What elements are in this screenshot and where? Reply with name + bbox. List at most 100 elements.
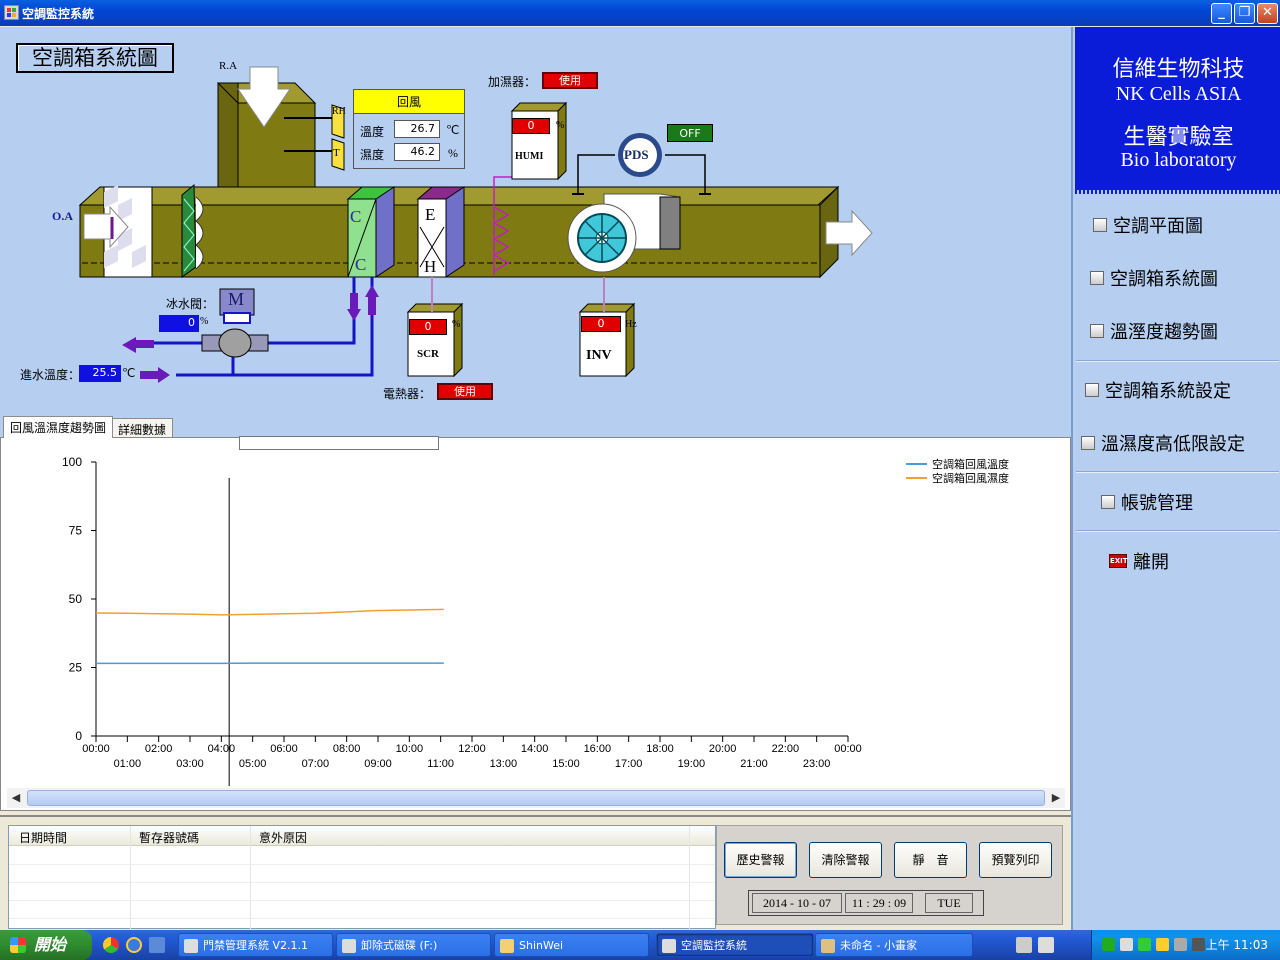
- menu-exit[interactable]: EXIT 離開: [1109, 547, 1169, 575]
- settings-icon: [1085, 383, 1099, 397]
- task-shinwei[interactable]: ShinWei: [494, 933, 649, 957]
- menu-account-management[interactable]: 帳號管理: [1101, 488, 1193, 516]
- diagram-title: 空調箱系統圖: [16, 43, 174, 73]
- lab-name-en: Bio laboratory: [1120, 149, 1237, 171]
- close-button[interactable]: ✕: [1257, 3, 1278, 24]
- title-bar: 空調監控系統 _ ❐ ✕: [0, 0, 1280, 26]
- x-tick-label: 17:00: [615, 758, 643, 770]
- chilled-valve-unit: %: [200, 316, 209, 327]
- task-hvac-monitor[interactable]: 空調監控系統: [656, 933, 814, 957]
- mute-button[interactable]: 靜 音: [894, 842, 967, 878]
- menu-separator: [1076, 471, 1279, 473]
- coil-label-top: C: [350, 207, 362, 226]
- menu-trend-chart[interactable]: 溫溼度趨勢圖: [1090, 317, 1218, 345]
- display-icon[interactable]: [1192, 938, 1205, 951]
- start-button[interactable]: 開始: [0, 930, 92, 960]
- heater-status-badge[interactable]: 使用: [437, 383, 493, 400]
- company-banner: 信維生物科技 NK Cells ASIA 生醫實驗室 Bio laborator…: [1075, 27, 1280, 190]
- humi-value: 0: [512, 118, 550, 134]
- x-tick-label: 07:00: [302, 758, 330, 770]
- clear-alarm-button[interactable]: 清除警報: [809, 842, 882, 878]
- company-name-en: NK Cells ASIA: [1115, 83, 1242, 105]
- history-alarm-button[interactable]: 歷史警報: [724, 842, 797, 878]
- task-access-control[interactable]: 門禁管理系統 V2.1.1: [178, 933, 333, 957]
- return-temp-label: 溫度: [360, 125, 385, 139]
- scr-label: SCR: [417, 348, 440, 360]
- help-icon[interactable]: [1038, 937, 1054, 953]
- scr-unit: %: [452, 319, 461, 330]
- return-air-label: R.A: [219, 60, 238, 72]
- ie-icon[interactable]: [126, 937, 142, 953]
- return-temp-unit: ℃: [446, 123, 460, 137]
- weekday-display: TUE: [925, 893, 973, 913]
- security-icon[interactable]: [1174, 938, 1187, 951]
- alarm-area: 日期時間 暫存器號碼 意外原因 歷史警報 清除警報 靜 音 預覽列印 2014 …: [0, 815, 1071, 930]
- chilled-valve-value: 0: [159, 315, 199, 332]
- clock: 上午 11:03: [1205, 938, 1268, 952]
- x-tick-label: 06:00: [270, 743, 298, 755]
- keyboard-icon[interactable]: [1016, 937, 1032, 953]
- column-datetime[interactable]: 日期時間: [19, 829, 67, 846]
- windows-flag-icon: [10, 937, 26, 953]
- app-icon: [184, 939, 198, 953]
- pds-status-badge: OFF: [667, 124, 713, 142]
- pds-label: PDS: [624, 147, 649, 162]
- tab-details[interactable]: 詳細數據: [111, 418, 174, 438]
- account-icon: [1101, 495, 1115, 509]
- chart-horizontal-scrollbar[interactable]: ◀ ▶: [7, 788, 1065, 808]
- x-tick-label: 08:00: [333, 743, 361, 755]
- inlet-temp-label: 進水溫度：: [20, 368, 81, 382]
- application-window: 空調監控系統 _ ❐ ✕ 空調箱系統圖 R.A O.A RH T 回風 溫度 2…: [0, 0, 1280, 960]
- menu-separator: [1076, 530, 1279, 532]
- return-temp-value: 26.7: [394, 120, 440, 138]
- date-display: 2014 - 10 - 07: [752, 893, 842, 913]
- legend-label: 空調箱回風溫度: [932, 457, 1009, 471]
- scr-value: 0: [409, 319, 447, 335]
- scroll-thumb[interactable]: [27, 790, 1045, 806]
- column-reason[interactable]: 意外原因: [259, 829, 307, 846]
- minimize-button[interactable]: _: [1211, 3, 1232, 24]
- exit-icon: EXIT: [1109, 554, 1128, 568]
- task-label: ShinWei: [519, 939, 564, 952]
- scroll-right-icon[interactable]: ▶: [1047, 788, 1065, 808]
- menu-floor-plan-label: 空調平面圖: [1113, 216, 1203, 237]
- desktop-icon[interactable]: [149, 937, 165, 953]
- network-icon[interactable]: [1102, 938, 1115, 951]
- task-paint[interactable]: 未命名 - 小畫家: [815, 933, 973, 957]
- y-tick-label: 25: [69, 661, 83, 675]
- x-tick-label: 21:00: [740, 758, 768, 770]
- inv-label: INV: [586, 348, 612, 363]
- task-removable-disk[interactable]: 卸除式磁碟 (F:): [336, 933, 491, 957]
- limits-icon: [1081, 436, 1095, 450]
- x-tick-label: 00:00: [82, 743, 110, 755]
- ahu-system-diagram: 空調箱系統圖 R.A O.A RH T 回風 溫度 26.7 ℃ 濕度 46.2…: [0, 27, 1071, 437]
- legend-label: 空調箱回風濕度: [932, 471, 1009, 485]
- t-sensor-label: T: [333, 147, 340, 159]
- return-air-duct: [216, 66, 317, 208]
- drive-icon: [342, 939, 356, 953]
- column-register[interactable]: 暫存器號碼: [139, 829, 199, 846]
- menu-account-label: 帳號管理: [1121, 493, 1193, 514]
- chart-tabs: 回風溫濕度趨勢圖 詳細數據: [0, 416, 1071, 438]
- menu-system-settings[interactable]: 空調箱系統設定: [1085, 376, 1231, 404]
- scroll-left-icon[interactable]: ◀: [7, 788, 25, 808]
- warning-icon[interactable]: [1156, 938, 1169, 951]
- menu-system-diagram[interactable]: 空調箱系統圖: [1090, 264, 1218, 292]
- humidifier-status-badge[interactable]: 使用: [542, 72, 598, 89]
- alarm-table-header: 日期時間 暫存器號碼 意外原因: [9, 826, 715, 846]
- x-tick-label: 16:00: [584, 743, 612, 755]
- menu-limit-settings[interactable]: 溫濕度高低限設定: [1081, 429, 1245, 457]
- x-tick-label: 11:00: [427, 758, 454, 770]
- heater-label-bottom: H: [424, 257, 437, 276]
- time-display: 11 : 29 : 09: [845, 893, 913, 913]
- x-tick-label: 22:00: [772, 743, 800, 755]
- chrome-icon[interactable]: [103, 937, 119, 953]
- print-preview-button[interactable]: 預覽列印: [979, 842, 1052, 878]
- menu-floor-plan[interactable]: 空調平面圖: [1093, 211, 1203, 239]
- volume-icon[interactable]: [1120, 938, 1133, 951]
- tray-app-icon[interactable]: [1138, 938, 1151, 951]
- tab-return-trend[interactable]: 回風溫濕度趨勢圖: [3, 416, 114, 438]
- motor-label: M: [228, 289, 245, 309]
- restore-button[interactable]: ❐: [1234, 3, 1255, 24]
- x-tick-label: 14:00: [521, 743, 549, 755]
